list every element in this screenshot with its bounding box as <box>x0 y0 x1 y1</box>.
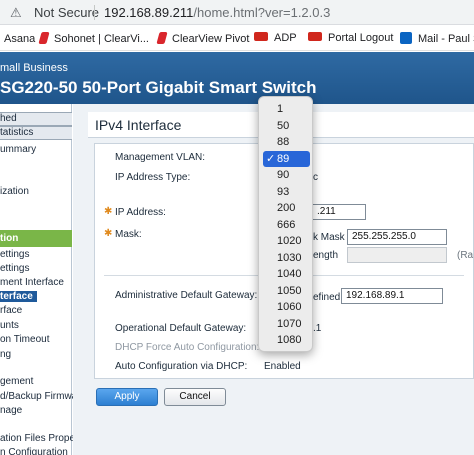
bookmark-clearview-pivot[interactable]: ClearView Pivot <box>156 32 250 46</box>
ip-address-input[interactable]: .211 <box>312 204 366 220</box>
security-status[interactable]: Not Secure <box>34 5 99 20</box>
prefix-length-input[interactable] <box>347 247 447 263</box>
bookmark-adp[interactable]: ADP <box>254 32 297 45</box>
vlan-option[interactable]: 1 <box>263 101 310 118</box>
adp-icon <box>254 32 268 41</box>
sidebar-item-user-accounts[interactable]: unts <box>0 320 19 331</box>
sidebar-item-upgrade-backup[interactable]: d/Backup Firmwa <box>0 391 77 402</box>
sidebar-item-file-management[interactable]: gement <box>0 376 33 387</box>
sidebar-item-console-settings[interactable]: ettings <box>0 263 29 274</box>
bookmark-label: ADP <box>274 32 297 44</box>
url-text[interactable]: 192.168.89.211/home.html?ver=1.2.0.3 <box>104 5 330 20</box>
admin-gateway-label: Administrative Default Gateway: <box>115 290 258 301</box>
sidebar-item-summary[interactable]: ummary <box>0 144 36 155</box>
url-host: 192.168.89.211 <box>104 5 194 20</box>
ip-address-type-value[interactable]: c <box>313 172 318 183</box>
vlan-option[interactable]: 1070 <box>263 316 310 333</box>
bookmark-label: ClearView Pivot <box>172 33 250 45</box>
vlan-option[interactable]: 88 <box>263 134 310 151</box>
vlan-option[interactable]: 1080 <box>263 332 310 349</box>
bookmark-label: Sohonet | ClearVi... <box>54 33 149 45</box>
bookmark-label: Asana <box>4 33 36 45</box>
vlan-option-label: 89 <box>277 152 290 165</box>
ip-address-value: .211 <box>317 206 336 217</box>
vlan-option[interactable]: 1020 <box>263 233 310 250</box>
checkmark-icon: ✓ <box>266 152 276 165</box>
bookmark-mail[interactable]: Mail - Paul S <box>400 32 474 46</box>
sidebar-item-status-statistics[interactable]: tatistics <box>0 126 72 140</box>
apply-button[interactable]: Apply <box>96 388 158 406</box>
adp-icon <box>308 32 322 41</box>
sidebar-item-session-timeout[interactable]: on Timeout <box>0 334 49 345</box>
sidebar-item-virtualization[interactable]: ization <box>0 186 29 197</box>
bookmark-label: Portal Logout <box>328 32 394 44</box>
sidebar-item-getting-started[interactable]: hed <box>0 112 72 126</box>
sidebar-item-time-settings[interactable]: ng <box>0 349 11 360</box>
ip-address-label: IP Address: <box>115 207 166 218</box>
bookmarks-bar: Asana Sohonet | ClearVi... ClearView Piv… <box>0 25 474 51</box>
product-title: SG220-50 50-Port Gigabit Smart Switch <box>0 78 317 97</box>
sidebar-item-ipv4-interface[interactable]: terface <box>0 291 37 302</box>
sidebar-item-download-image[interactable]: nage <box>0 405 22 416</box>
auto-config-value: Enabled <box>264 361 301 372</box>
bookmark-asana[interactable]: Asana <box>0 32 35 46</box>
prefix-length-option-label[interactable]: ength <box>313 250 338 261</box>
divider <box>94 5 95 20</box>
bookmark-label: Mail - Paul S <box>418 33 474 45</box>
warning-triangle-icon[interactable]: ⚠ <box>10 5 25 20</box>
required-star-icon: ✱ <box>104 228 113 239</box>
vlan-option[interactable]: 1040 <box>263 266 310 283</box>
vlan-option[interactable]: 666 <box>263 217 310 234</box>
admin-gateway-value: 192.168.89.1 <box>346 290 405 301</box>
user-defined-option-label[interactable]: efined <box>313 292 340 303</box>
management-vlan-dropdown[interactable]: 1 50 88 ✓ 89 90 93 200 666 1020 1030 1040… <box>258 96 313 352</box>
auto-config-label: Auto Configuration via DHCP: <box>115 361 248 372</box>
dhcp-force-label: DHCP Force Auto Configuration: <box>115 342 260 353</box>
subnet-mask-value: 255.255.255.0 <box>352 231 416 242</box>
vlan-option[interactable]: 1060 <box>263 299 310 316</box>
vlan-option[interactable]: 1030 <box>263 250 310 267</box>
operational-gateway-value: .1 <box>313 323 322 334</box>
sidebar-item-copy-configuration[interactable]: n Configuration <box>0 447 68 455</box>
subnet-mask-option-label[interactable]: k Mask <box>313 232 345 243</box>
vlan-option-selected[interactable]: ✓ 89 <box>263 150 310 167</box>
page-title: IPv4 Interface <box>95 117 182 133</box>
sohonet-icon <box>38 32 50 44</box>
sidebar-item-management-interface[interactable]: ment Interface <box>0 277 64 288</box>
sidebar-item-system-settings[interactable]: ettings <box>0 249 29 260</box>
outlook-icon <box>400 32 412 44</box>
clearview-icon <box>156 32 168 44</box>
vlan-option[interactable]: 90 <box>263 167 310 184</box>
vlan-option[interactable]: 200 <box>263 200 310 217</box>
management-vlan-label: Management VLAN: <box>115 152 206 163</box>
required-star-icon: ✱ <box>104 206 113 217</box>
sidebar-item-administration[interactable]: tion <box>0 230 72 247</box>
sidebar-item-configuration-files[interactable]: ation Files Prope <box>0 433 75 444</box>
vlan-option[interactable]: 1050 <box>263 283 310 300</box>
brand-text: mall Business <box>0 62 68 74</box>
sidebar: hed tatistics ummary ization tion etting… <box>0 104 77 455</box>
operational-gateway-label: Operational Default Gateway: <box>115 323 247 334</box>
vlan-option[interactable]: 93 <box>263 184 310 201</box>
bookmark-portal-logout[interactable]: Portal Logout <box>308 32 393 45</box>
mask-label: Mask: <box>115 229 142 240</box>
sidebar-item-ipv6-interface[interactable]: rface <box>0 305 22 316</box>
bookmark-sohonet[interactable]: Sohonet | ClearVi... <box>38 32 149 46</box>
address-bar[interactable]: ⚠ Not Secure 192.168.89.211/home.html?ve… <box>0 0 474 25</box>
cancel-button[interactable]: Cancel <box>164 388 226 406</box>
subnet-mask-input[interactable]: 255.255.255.0 <box>347 229 447 245</box>
ip-address-type-label: IP Address Type: <box>115 172 191 183</box>
admin-gateway-input[interactable]: 192.168.89.1 <box>341 288 443 304</box>
url-path: /home.html?ver=1.2.0.3 <box>193 5 331 20</box>
range-hint: (Ra <box>457 250 474 261</box>
vlan-option[interactable]: 50 <box>263 118 310 135</box>
